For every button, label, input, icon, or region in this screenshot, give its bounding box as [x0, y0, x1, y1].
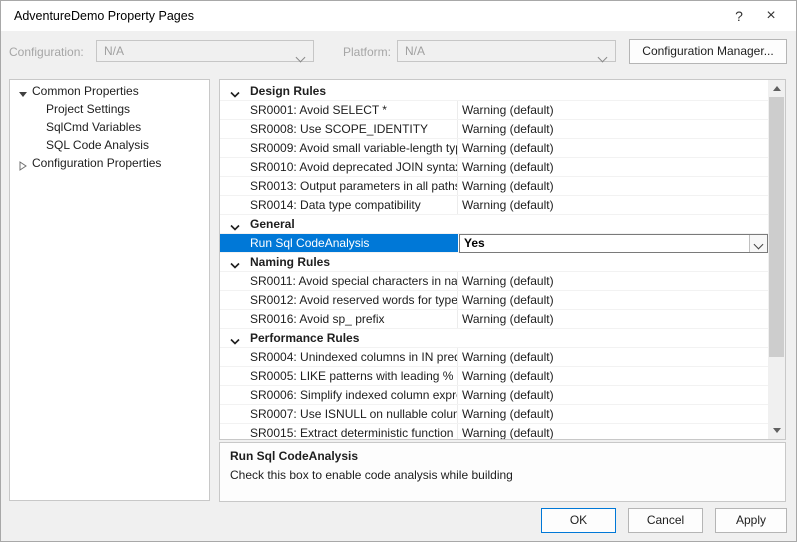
value-dropdown[interactable]: Yes [459, 234, 768, 253]
chevron-down-icon[interactable] [749, 235, 767, 252]
grid-row[interactable]: SR0008: Use SCOPE_IDENTITY Warning (defa… [220, 120, 768, 139]
rule-value[interactable]: Warning (default) [462, 348, 554, 367]
vertical-scrollbar[interactable] [768, 80, 785, 439]
rule-name: SR0013: Output parameters in all paths [220, 177, 458, 195]
sidebar-item-label: Common Properties [32, 84, 139, 98]
triangle-collapsed-icon[interactable] [18, 158, 28, 168]
rule-name: SR0010: Avoid deprecated JOIN syntax [220, 158, 458, 176]
rule-name: SR0007: Use ISNULL on nullable column [220, 405, 458, 423]
grid-row[interactable]: SR0001: Avoid SELECT * Warning (default) [220, 101, 768, 120]
grid-row[interactable]: SR0014: Data type compatibility Warning … [220, 196, 768, 215]
grid-row[interactable]: SR0016: Avoid sp_ prefix Warning (defaul… [220, 310, 768, 329]
sidebar-item-label: SqlCmd Variables [46, 120, 141, 134]
ok-button[interactable]: OK [541, 508, 616, 533]
chevron-down-icon [297, 47, 304, 67]
rule-name: SR0004: Unindexed columns in IN predic [220, 348, 458, 366]
window-title: AdventureDemo Property Pages [14, 1, 194, 31]
configuration-dropdown[interactable]: N/A [96, 40, 314, 62]
apply-button[interactable]: Apply [715, 508, 787, 533]
rule-name: SR0015: Extract deterministic function c… [220, 424, 458, 440]
properties-tree: Common Properties Project Settings SqlCm… [9, 79, 210, 501]
rule-value[interactable]: Warning (default) [462, 139, 554, 158]
rule-value[interactable]: Warning (default) [462, 367, 554, 386]
group-label: Performance Rules [250, 329, 359, 348]
scrollbar-thumb[interactable] [769, 97, 784, 357]
group-label: Design Rules [250, 82, 326, 101]
cancel-button[interactable]: Cancel [628, 508, 703, 533]
grid-group-naming-rules[interactable]: Naming Rules [220, 253, 768, 272]
titlebar: AdventureDemo Property Pages ? × [1, 1, 796, 31]
rule-name: SR0006: Simplify indexed column expres [220, 386, 458, 404]
grid-row[interactable]: SR0011: Avoid special characters in nam … [220, 272, 768, 291]
sidebar-item-label: Configuration Properties [32, 156, 161, 170]
rule-name: SR0005: LIKE patterns with leading % [220, 367, 458, 385]
grid-row[interactable]: SR0012: Avoid reserved words for type n … [220, 291, 768, 310]
configuration-bar: Configuration: N/A Platform: N/A Configu… [1, 31, 796, 73]
rule-name: Run Sql CodeAnalysis [220, 234, 458, 252]
rule-value[interactable]: Warning (default) [462, 310, 554, 329]
grid-group-design-rules[interactable]: Design Rules [220, 82, 768, 101]
platform-dropdown[interactable]: N/A [397, 40, 616, 62]
close-icon[interactable]: × [758, 1, 784, 31]
sidebar-item-label: Project Settings [46, 102, 130, 116]
chevron-down-icon[interactable] [230, 87, 240, 97]
rule-name: SR0014: Data type compatibility [220, 196, 458, 214]
group-label: General [250, 215, 295, 234]
rule-name: SR0016: Avoid sp_ prefix [220, 310, 458, 328]
grid-group-general[interactable]: General [220, 215, 768, 234]
rules-property-grid: Design Rules SR0001: Avoid SELECT * Warn… [219, 79, 786, 440]
rule-value[interactable]: Warning (default) [462, 120, 554, 139]
rule-value[interactable]: Warning (default) [462, 424, 554, 440]
help-icon[interactable]: ? [726, 1, 752, 31]
sidebar-item-label: SQL Code Analysis [46, 138, 149, 152]
configuration-value: N/A [104, 44, 124, 58]
rule-name: SR0009: Avoid small variable-length typ [220, 139, 458, 157]
grid-group-performance-rules[interactable]: Performance Rules [220, 329, 768, 348]
group-label: Naming Rules [250, 253, 330, 272]
property-pages-dialog: AdventureDemo Property Pages ? × Configu… [0, 0, 797, 542]
rule-value[interactable]: Warning (default) [462, 291, 554, 310]
rule-value[interactable]: Warning (default) [462, 101, 554, 120]
grid-row-run-sql-codeanalysis[interactable]: Run Sql CodeAnalysis Yes [220, 234, 768, 253]
grid-row[interactable]: SR0007: Use ISNULL on nullable column Wa… [220, 405, 768, 424]
configuration-label: Configuration: [9, 45, 84, 59]
grid-row[interactable]: SR0006: Simplify indexed column expres W… [220, 386, 768, 405]
rule-value[interactable]: Warning (default) [462, 177, 554, 196]
scroll-down-icon[interactable] [773, 428, 781, 433]
sidebar-item-sqlcmd-variables[interactable]: SqlCmd Variables [10, 118, 209, 136]
chevron-down-icon [599, 47, 606, 67]
rule-name: SR0011: Avoid special characters in nam [220, 272, 458, 290]
chevron-down-icon[interactable] [230, 258, 240, 268]
dropdown-selected-value: Yes [464, 235, 485, 252]
grid-row[interactable]: SR0013: Output parameters in all paths W… [220, 177, 768, 196]
sidebar-item-sql-code-analysis[interactable]: SQL Code Analysis [10, 136, 209, 154]
grid-row[interactable]: SR0004: Unindexed columns in IN predic W… [220, 348, 768, 367]
grid-row[interactable]: SR0009: Avoid small variable-length typ … [220, 139, 768, 158]
configuration-manager-button[interactable]: Configuration Manager... [629, 39, 787, 64]
description-title: Run Sql CodeAnalysis [230, 449, 358, 463]
grid-row[interactable]: SR0015: Extract deterministic function c… [220, 424, 768, 440]
sidebar-item-configuration-properties[interactable]: Configuration Properties [10, 154, 209, 172]
chevron-down-icon[interactable] [230, 334, 240, 344]
platform-value: N/A [405, 44, 425, 58]
scroll-up-icon[interactable] [773, 86, 781, 91]
triangle-expanded-icon[interactable] [18, 86, 28, 96]
rule-value[interactable]: Warning (default) [462, 386, 554, 405]
rule-value[interactable]: Warning (default) [462, 196, 554, 215]
chevron-down-icon[interactable] [230, 220, 240, 230]
grid-row[interactable]: SR0010: Avoid deprecated JOIN syntax War… [220, 158, 768, 177]
sidebar-item-project-settings[interactable]: Project Settings [10, 100, 209, 118]
sidebar-item-common-properties[interactable]: Common Properties [10, 82, 209, 100]
rule-name: SR0001: Avoid SELECT * [220, 101, 458, 119]
rule-value[interactable]: Warning (default) [462, 272, 554, 291]
rule-value[interactable]: Warning (default) [462, 158, 554, 177]
rule-value[interactable]: Warning (default) [462, 405, 554, 424]
grid-row[interactable]: SR0005: LIKE patterns with leading % War… [220, 367, 768, 386]
platform-label: Platform: [343, 45, 391, 59]
description-text: Check this box to enable code analysis w… [230, 468, 513, 482]
rule-name: SR0008: Use SCOPE_IDENTITY [220, 120, 458, 138]
rule-name: SR0012: Avoid reserved words for type n [220, 291, 458, 309]
description-panel: Run Sql CodeAnalysis Check this box to e… [219, 442, 786, 502]
